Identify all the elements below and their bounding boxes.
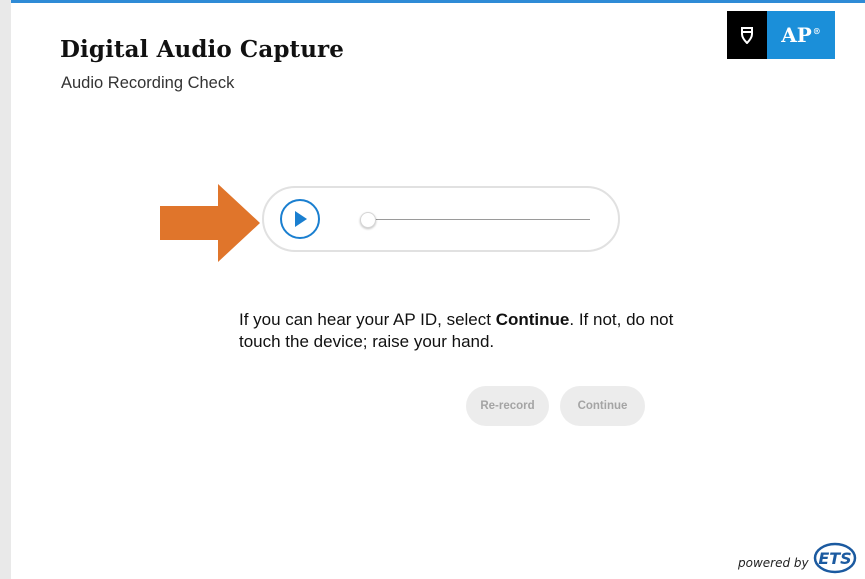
audio-progress-track[interactable] xyxy=(368,219,590,220)
page-title: Digital Audio Capture xyxy=(60,36,344,63)
play-icon xyxy=(295,211,307,227)
acorn-shield-icon xyxy=(727,11,767,59)
ap-logo: AP ® xyxy=(727,11,835,59)
instruction-text: If you can hear your AP ID, select Conti… xyxy=(239,310,674,351)
page-subtitle: Audio Recording Check xyxy=(61,74,235,92)
svg-text:ETS: ETS xyxy=(818,549,851,568)
audio-player xyxy=(262,186,620,252)
continue-button[interactable]: Continue xyxy=(560,386,645,426)
arrow-pointer-icon xyxy=(160,184,260,262)
left-edge xyxy=(0,0,11,579)
ets-logo: ETS xyxy=(813,542,857,574)
re-record-button[interactable]: Re-record xyxy=(466,386,549,426)
powered-by-label: powered by xyxy=(738,556,809,570)
play-button[interactable] xyxy=(280,199,320,239)
ap-logo-text: AP ® xyxy=(767,11,835,59)
audio-progress-thumb[interactable] xyxy=(360,212,376,228)
top-accent-bar xyxy=(11,0,865,3)
